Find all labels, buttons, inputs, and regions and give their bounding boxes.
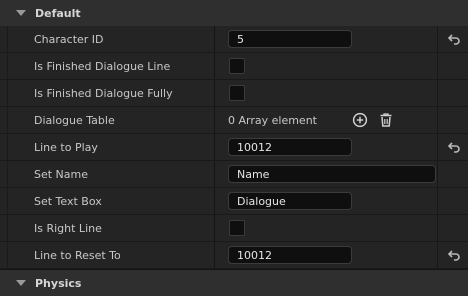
reset-to-default-button[interactable] (437, 242, 468, 268)
set-text-box-field[interactable]: Dialogue (228, 192, 352, 210)
property-label: Is Finished Dialogue Fully (34, 86, 173, 100)
reset-arrow-icon (447, 34, 460, 45)
property-label: Line to Reset To (34, 248, 121, 262)
property-label: Set Text Box (34, 194, 102, 208)
properties-panel: Character ID 5 Is Finished Dialogue Line… (0, 26, 468, 269)
property-label: Line to Play (34, 140, 98, 154)
is-finished-dialogue-fully-checkbox[interactable] (229, 85, 245, 101)
section-header-physics[interactable]: Physics (0, 270, 468, 296)
plus-circle-icon (352, 112, 368, 128)
remove-all-elements-button[interactable] (378, 112, 394, 128)
chevron-down-icon (16, 280, 26, 286)
add-element-button[interactable] (352, 112, 368, 128)
property-row-is-right-line: Is Right Line (0, 215, 468, 242)
property-row-line-to-play: Line to Play 10012 (0, 134, 468, 161)
is-right-line-checkbox[interactable] (229, 220, 245, 236)
property-label: Character ID (34, 32, 104, 46)
section-title-default: Default (35, 6, 81, 20)
trash-icon (380, 113, 392, 127)
property-label: Dialogue Table (34, 113, 115, 127)
reset-to-default-button[interactable] (437, 26, 468, 52)
reset-to-default-button[interactable] (437, 134, 468, 160)
is-finished-dialogue-line-checkbox[interactable] (229, 58, 245, 74)
section-header-default[interactable]: Default (0, 0, 468, 26)
reset-arrow-icon (447, 142, 460, 153)
property-row-is-finished-dialogue-fully: Is Finished Dialogue Fully (0, 80, 468, 107)
property-label: Is Right Line (34, 221, 102, 235)
line-to-play-field[interactable]: 10012 (228, 138, 352, 156)
array-count-text: 0 Array element (228, 113, 317, 127)
property-row-character-id: Character ID 5 (0, 26, 468, 53)
property-row-set-name: Set Name Name (0, 161, 468, 188)
chevron-down-icon (16, 10, 26, 16)
character-id-field[interactable]: 5 (228, 30, 352, 48)
property-row-set-text-box: Set Text Box Dialogue (0, 188, 468, 215)
property-row-is-finished-dialogue-line: Is Finished Dialogue Line (0, 53, 468, 80)
property-row-line-to-reset-to: Line to Reset To 10012 (0, 242, 468, 269)
property-label: Is Finished Dialogue Line (34, 59, 171, 73)
section-title-physics: Physics (35, 276, 82, 290)
property-row-dialogue-table: Dialogue Table 0 Array element (0, 107, 468, 134)
reset-arrow-icon (447, 250, 460, 261)
property-label: Set Name (34, 167, 89, 181)
line-to-reset-to-field[interactable]: 10012 (228, 246, 352, 264)
set-name-field[interactable]: Name (228, 165, 436, 183)
